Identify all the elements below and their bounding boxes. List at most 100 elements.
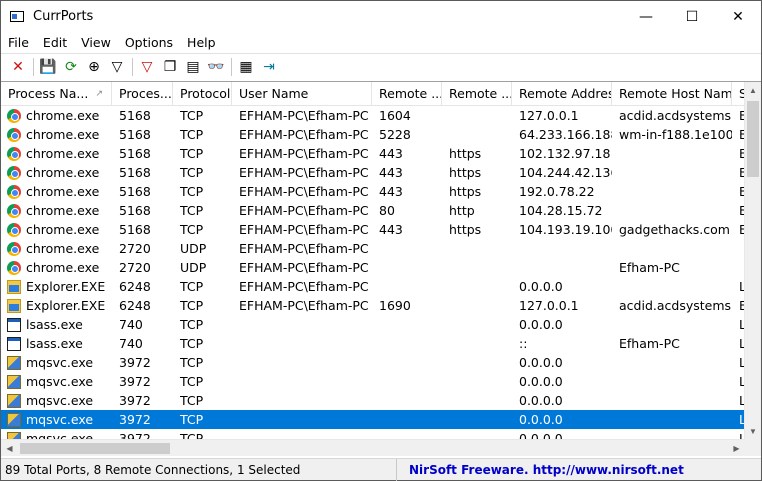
maximize-button[interactable]: ☐ [669, 1, 715, 32]
table-row[interactable]: mqsvc.exe3972TCP0.0.0.0L [1, 391, 745, 410]
table-row[interactable]: lsass.exe740TCP0.0.0.0L [1, 315, 745, 334]
remote-port-name-cell [442, 391, 512, 410]
table-row[interactable]: chrome.exe 2720 UDP EFHAM-PC\Efham-PC [1, 239, 745, 258]
close-window-button[interactable]: ✕ [715, 1, 761, 32]
process-id-cell: 2720 [119, 260, 151, 275]
table-row-selected[interactable]: mqsvc.exe3972TCP0.0.0.0L [1, 410, 745, 429]
column-header-process-name[interactable]: Process Na... ↗ [1, 82, 112, 106]
remote-host-name-cell [612, 201, 732, 220]
column-header-remote-port[interactable]: Remote ... [372, 82, 442, 106]
copy-button[interactable]: ❐ [159, 56, 181, 78]
refresh-button[interactable]: ⟳ [60, 56, 82, 78]
vertical-scrollbar[interactable]: ▲ ▼ [744, 82, 761, 440]
process-name-text: Explorer.EXE [26, 279, 106, 294]
remote-address-cell: 0.0.0.0 [519, 412, 563, 427]
remote-host-name-cell: Efham-PC [619, 336, 680, 351]
process-id-cell: 3972 [119, 412, 151, 427]
remote-host-name-cell: wm-in-f188.1e100.... [619, 127, 732, 142]
menu-file[interactable]: File [1, 35, 36, 50]
table-row[interactable]: chrome.exe 2720 UDP EFHAM-PC\Efham-PC Efham-… [1, 258, 745, 277]
chrome-process-icon [7, 108, 21, 123]
column-header-remote-port-name[interactable]: Remote ... [442, 82, 512, 106]
remote-address-cell: 104.28.15.72 [519, 203, 603, 218]
column-header-remote-host-name[interactable]: Remote Host Name [612, 82, 732, 106]
protocol-cell: TCP [180, 355, 204, 370]
table-row[interactable]: chrome.exe 5168 TCP EFHAM-PC\Efham-PC 443 htt… [1, 220, 745, 239]
menu-edit[interactable]: Edit [36, 35, 74, 50]
vertical-scroll-thumb[interactable] [747, 101, 759, 177]
remote-port-cell [372, 277, 442, 296]
minimize-button[interactable]: — [623, 1, 669, 32]
chrome-process-icon [7, 165, 21, 180]
process-name-cell: chrome.exe [1, 163, 112, 182]
remote-port-cell: 5228 [379, 127, 411, 142]
exit-button[interactable]: ⇥ [258, 56, 280, 78]
toolbar-separator [132, 57, 133, 76]
menu-help[interactable]: Help [180, 35, 223, 50]
html-report-button[interactable]: ▦ [235, 56, 257, 78]
column-header-user-name[interactable]: User Name [232, 82, 372, 106]
scroll-down-icon[interactable]: ▼ [745, 423, 761, 440]
remote-host-name-cell [612, 315, 732, 334]
chrome-process-icon [7, 127, 21, 142]
user-name-cell: EFHAM-PC\Efham-PC [239, 222, 369, 237]
close-ports-button[interactable]: ✕ [7, 56, 29, 78]
table-row[interactable]: chrome.exe 5168 TCP EFHAM-PC\Efham-PC 1604 12… [1, 106, 745, 125]
ports-list-view[interactable]: Process Na... ↗ Proces... Protocol User N… [1, 81, 761, 456]
column-header-process-id[interactable]: Proces... [112, 82, 173, 106]
protocol-cell: TCP [180, 146, 204, 161]
process-name-text: chrome.exe [26, 127, 100, 142]
properties-icon: ⊕ [88, 58, 100, 75]
process-id-cell: 3972 [119, 374, 151, 389]
protocol-cell: TCP [180, 279, 204, 294]
process-name-cell: chrome.exe [1, 201, 112, 220]
table-row[interactable]: Explorer.EXE 6248 TCP EFHAM-PC\Efham-PC 1690… [1, 296, 745, 315]
scroll-left-icon[interactable]: ◀ [1, 440, 18, 456]
remote-port-cell [372, 315, 442, 334]
table-row[interactable]: Explorer.EXE 6248 TCP EFHAM-PC\Efham-PC 0.0.… [1, 277, 745, 296]
remote-address-cell: 0.0.0.0 [519, 393, 563, 408]
process-name-text: chrome.exe [26, 260, 100, 275]
process-id-cell: 6248 [119, 279, 151, 294]
horizontal-scroll-thumb[interactable] [20, 443, 170, 454]
menu-options[interactable]: Options [118, 35, 180, 50]
remote-port-cell: 1690 [379, 298, 411, 313]
process-name-cell: chrome.exe [1, 239, 112, 258]
remote-host-name-cell [612, 182, 732, 201]
horizontal-scrollbar[interactable]: ◀ ▶ [1, 439, 745, 456]
user-name-cell: EFHAM-PC\Efham-PC [239, 165, 369, 180]
table-row[interactable]: chrome.exe 5168 TCP EFHAM-PC\Efham-PC 443 htt… [1, 163, 745, 182]
scroll-right-icon[interactable]: ▶ [728, 440, 745, 456]
remote-host-name-cell: acdid.acdsystems.... [619, 108, 732, 123]
protocol-cell: TCP [180, 374, 204, 389]
remote-port-name-cell [442, 334, 512, 353]
clear-filter-button[interactable]: ▽ [136, 56, 158, 78]
app-icon [9, 9, 25, 25]
toolbar-separator [231, 57, 232, 76]
title-bar[interactable]: CurrPorts — ☐ ✕ [1, 1, 761, 32]
nirsoft-link[interactable]: NirSoft Freeware. http://www.nirsoft.net [397, 463, 684, 477]
column-header-remote-address[interactable]: Remote Address [512, 82, 612, 106]
remote-port-cell [372, 372, 442, 391]
menu-view[interactable]: View [74, 35, 118, 50]
table-row[interactable]: chrome.exe 5168 TCP EFHAM-PC\Efham-PC 80 http… [1, 201, 745, 220]
scroll-up-icon[interactable]: ▲ [745, 82, 761, 99]
table-row[interactable]: mqsvc.exe3972TCP0.0.0.0L [1, 372, 745, 391]
properties-button[interactable]: ⊕ [83, 56, 105, 78]
find-button[interactable]: 👓 [205, 56, 227, 78]
save-button[interactable]: 💾 [37, 56, 59, 78]
remote-host-name-cell [612, 391, 732, 410]
options-button[interactable]: ▤ [182, 56, 204, 78]
table-row[interactable]: chrome.exe 5168 TCP EFHAM-PC\Efham-PC 443 htt… [1, 144, 745, 163]
remote-port-cell: 443 [379, 184, 403, 199]
table-row[interactable]: lsass.exe740TCP::Efham-PCL [1, 334, 745, 353]
user-name-cell [232, 391, 372, 410]
remote-address-cell: 0.0.0.0 [519, 355, 563, 370]
remote-address-cell: :: [519, 336, 528, 351]
column-header-protocol[interactable]: Protocol [173, 82, 232, 106]
table-row[interactable]: mqsvc.exe3972TCP0.0.0.0L [1, 353, 745, 372]
protocol-cell: TCP [180, 298, 204, 313]
table-row[interactable]: chrome.exe 5168 TCP EFHAM-PC\Efham-PC 443 htt… [1, 182, 745, 201]
table-row[interactable]: chrome.exe 5168 TCP EFHAM-PC\Efham-PC 5228 64… [1, 125, 745, 144]
filter-button[interactable]: ▽ [106, 56, 128, 78]
